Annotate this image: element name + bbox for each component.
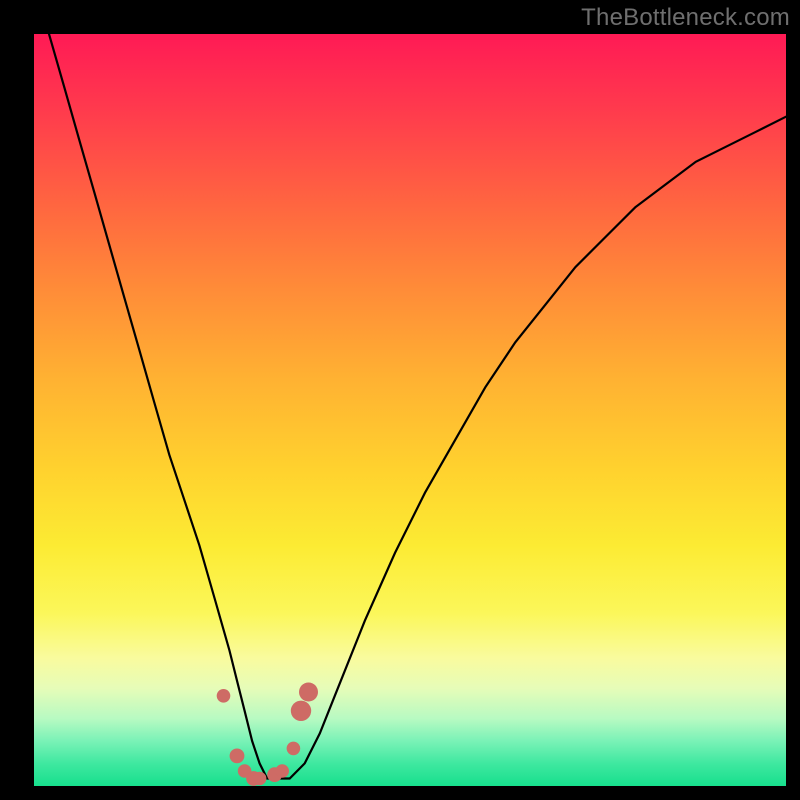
chart-frame: TheBottleneck.com	[0, 0, 800, 800]
curve-marker	[299, 683, 318, 702]
curve-marker	[230, 749, 245, 764]
curve-marker	[253, 772, 267, 786]
curve-marker	[275, 764, 289, 778]
curve-marker	[291, 701, 311, 721]
curve-marker	[217, 689, 231, 703]
bottleneck-curve	[34, 34, 786, 779]
curve-marker	[287, 742, 301, 756]
plot-area	[34, 34, 786, 786]
watermark-text: TheBottleneck.com	[581, 4, 790, 32]
curve-layer	[34, 34, 786, 786]
marker-layer	[217, 683, 318, 786]
